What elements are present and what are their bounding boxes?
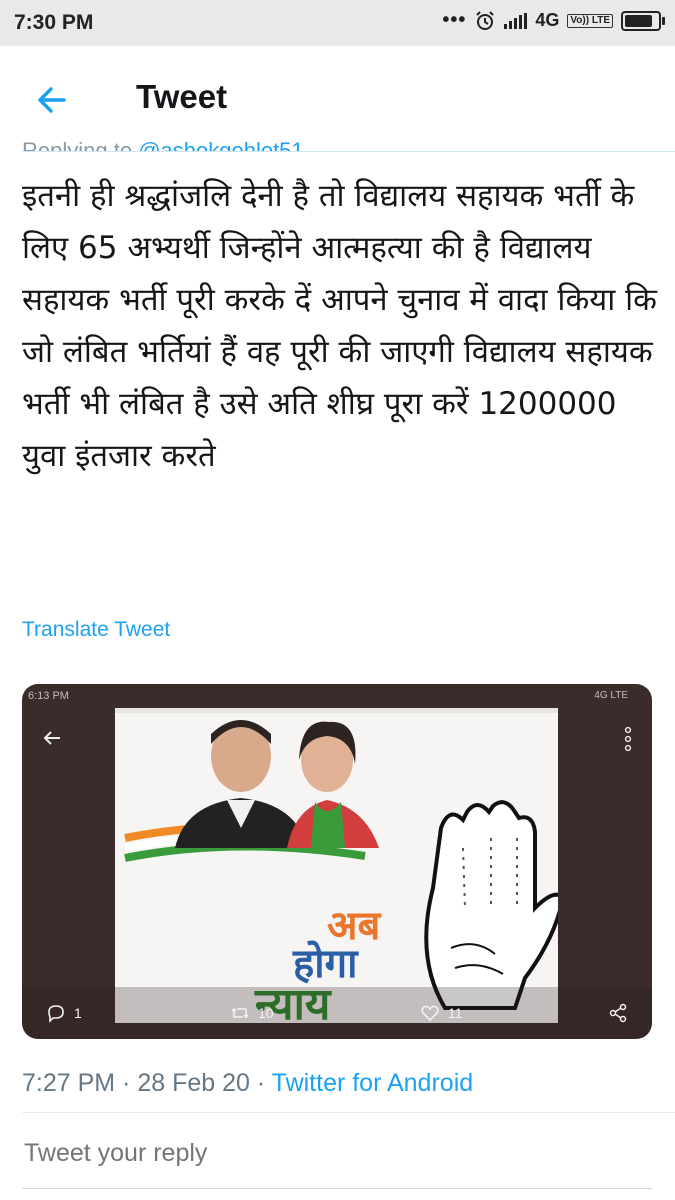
poster-image: अब होगा न्याय: [115, 708, 558, 1023]
media-inner-status: 4G LTE: [594, 690, 628, 701]
tweet-source[interactable]: Twitter for Android: [272, 1069, 473, 1097]
tweet-text: इतनी ही श्रद्धांजलि देनी है तो विद्यालय …: [22, 178, 657, 474]
reply-icon: [48, 1005, 64, 1023]
battery-fill: [625, 14, 652, 27]
arrow-left-icon[interactable]: [34, 82, 70, 118]
network-type: 4G: [535, 10, 560, 30]
status-bar: 7:30 PM ••• 4G Vo)) LTE: [0, 0, 675, 46]
reply-underline: [22, 1188, 652, 1189]
media-inner-time: 6:13 PM: [28, 690, 69, 702]
replying-handle[interactable]: @ashokgehlot51: [138, 138, 303, 151]
media-action-bar: 1 10 11: [22, 987, 652, 1039]
translate-tweet-link[interactable]: Translate Tweet: [22, 618, 170, 642]
page-title: Tweet: [136, 78, 228, 115]
tweet-meta: 7:27 PM · 28 Feb 20 · Twitter for Androi…: [22, 1069, 473, 1098]
tweet-media[interactable]: 6:13 PM 4G LTE अब होगा न्याय 1 10 11: [22, 684, 652, 1039]
like-count: 11: [448, 1005, 463, 1021]
signal-icon: [504, 12, 528, 29]
tweet-timestamp: 7:27 PM · 28 Feb 20 ·: [22, 1069, 272, 1097]
share-action[interactable]: [608, 1003, 628, 1023]
share-icon: [609, 1003, 627, 1023]
status-icons: ••• 4G Vo)) LTE: [442, 9, 665, 32]
retweet-action[interactable]: 10: [230, 1003, 274, 1023]
more-vertical-icon: [624, 726, 632, 752]
header-divider: [22, 151, 675, 152]
reply-composer: [0, 1126, 675, 1200]
like-action[interactable]: 11: [420, 1003, 463, 1023]
heart-icon: [421, 1005, 439, 1022]
meta-divider: [22, 1112, 675, 1113]
media-back-arrow-icon: [43, 731, 60, 745]
reply-input[interactable]: [22, 1138, 646, 1169]
status-time: 7:30 PM: [14, 11, 94, 34]
replying-to: Replying to @ashokgehlot51: [22, 137, 304, 151]
retweet-icon: [231, 1007, 249, 1019]
reply-action[interactable]: 1: [46, 1003, 82, 1023]
notification-dots-icon: •••: [442, 9, 467, 31]
reply-count: 1: [74, 1005, 82, 1021]
retweet-count: 10: [258, 1005, 274, 1021]
alarm-icon: [476, 10, 495, 30]
volte-badge: Vo)) LTE: [567, 13, 613, 28]
replying-prefix: Replying to: [22, 138, 133, 151]
battery-icon: [621, 10, 665, 31]
